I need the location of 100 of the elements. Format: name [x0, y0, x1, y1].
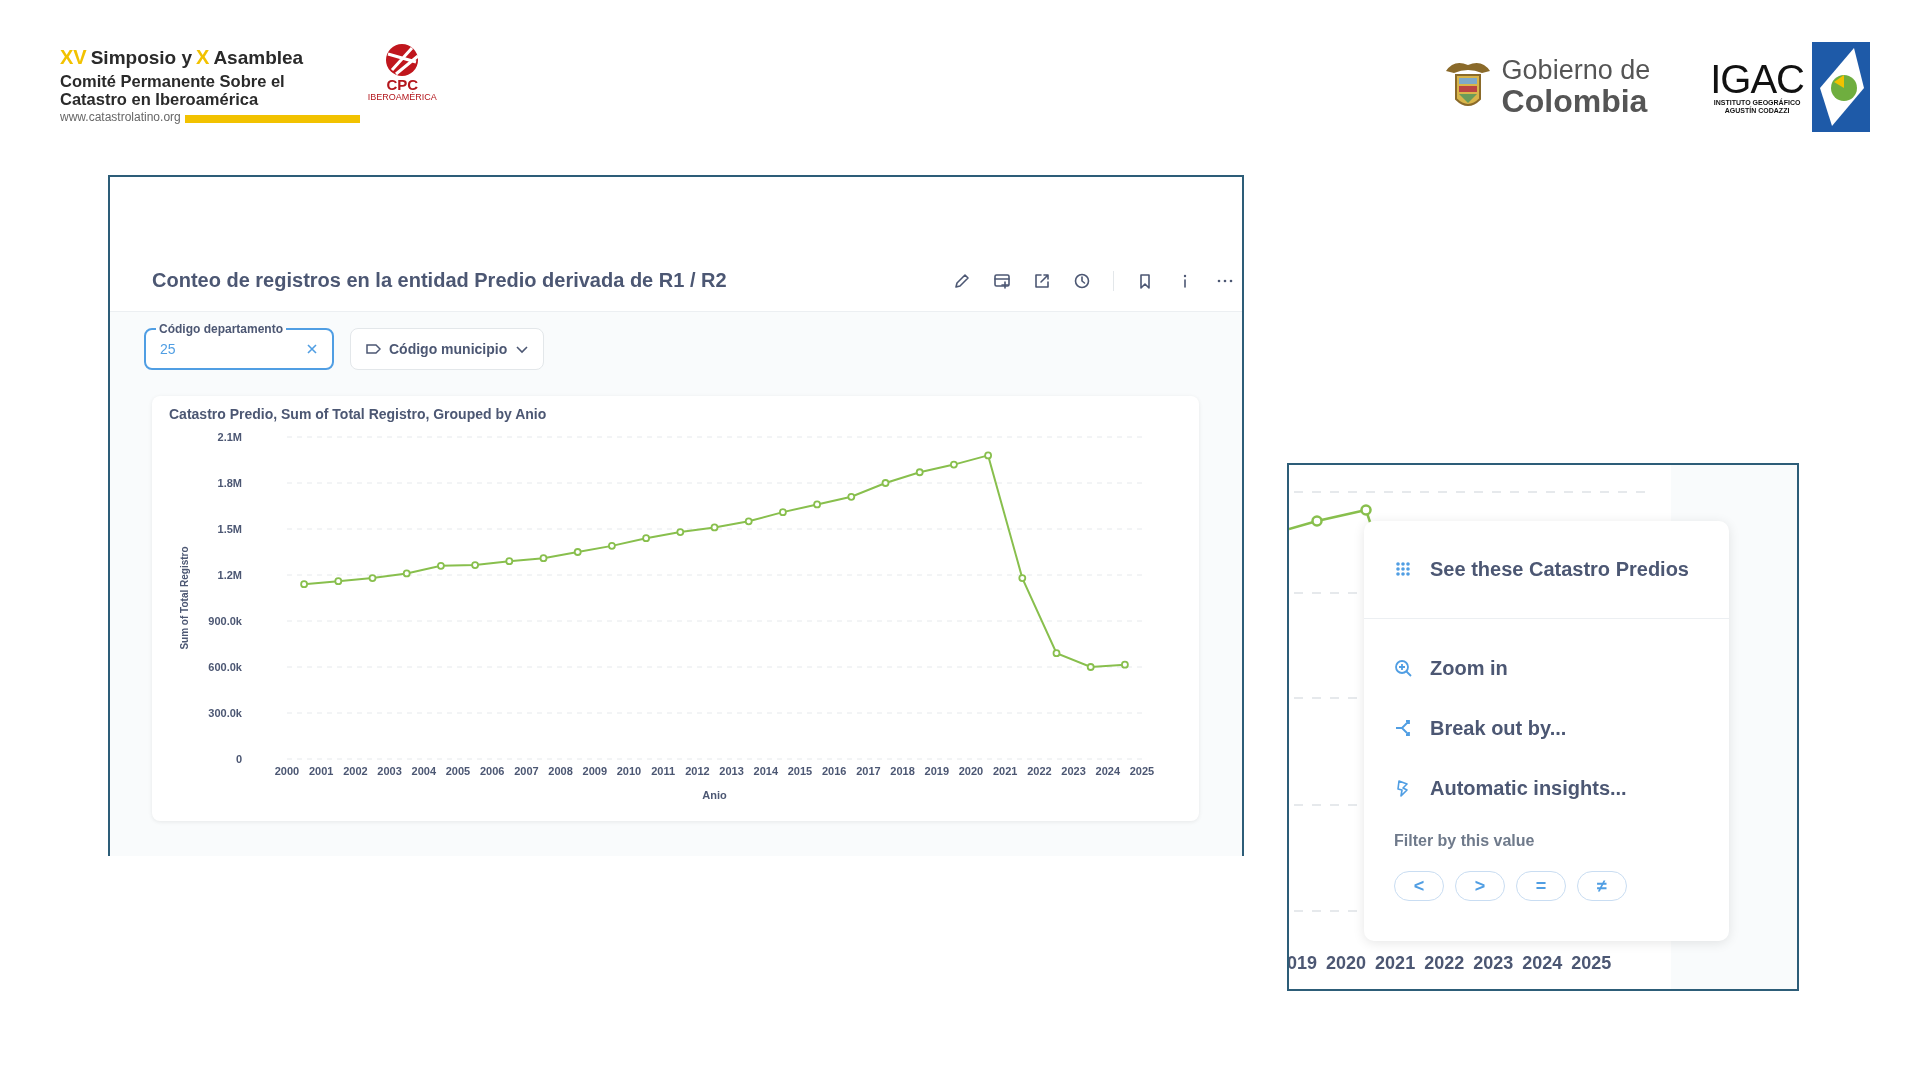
data-point[interactable]	[539, 554, 548, 563]
branch-icon	[1394, 719, 1412, 737]
data-point[interactable]	[710, 523, 719, 532]
logo-text: Simposio y	[90, 48, 193, 67]
axis-tick-label: 2003	[377, 765, 402, 777]
data-point[interactable]	[573, 548, 582, 556]
data-point[interactable]	[915, 468, 924, 477]
field-label: Código departamento	[158, 321, 284, 336]
axis-tick-label: 300.0k	[208, 707, 242, 719]
data-point[interactable]	[1121, 660, 1129, 669]
axis-tick-label: 2023	[1061, 765, 1086, 777]
logo-text: Catastro en Iberoamérica	[60, 90, 260, 108]
axis-tick-label: 2015	[787, 765, 813, 777]
data-point[interactable]	[300, 580, 308, 589]
axis-tick-label: 2024	[1095, 765, 1121, 777]
logo-text: IBEROAMÉRICA	[367, 92, 437, 102]
axis-tick-label: 2019	[924, 765, 950, 777]
tag-icon	[365, 342, 381, 356]
axis-tick-label: 2.1M	[217, 431, 242, 443]
edition-mark: XV	[60, 45, 87, 70]
axis-tick-label: 600.0k	[208, 661, 242, 673]
data-point[interactable]	[1018, 574, 1027, 582]
data-point[interactable]	[437, 561, 445, 570]
grid-icon	[1394, 560, 1412, 578]
axis-tick-label: 2004	[411, 765, 437, 777]
axis-tick-label: 2011	[651, 765, 676, 777]
axis-tick-label: 2009	[582, 765, 608, 777]
data-point[interactable]	[847, 492, 856, 501]
clear-icon[interactable]	[306, 343, 318, 355]
axis-tick-label: 2016	[821, 765, 847, 777]
axis-tick-label: 2002	[343, 765, 368, 777]
data-point[interactable]	[676, 528, 685, 536]
axis-title: Anio	[702, 789, 727, 801]
data-point[interactable]	[1086, 663, 1095, 671]
axis-tick-label: 2017	[856, 765, 881, 777]
axis-tick-label: 2020	[1326, 952, 1367, 975]
axis-tick-label: 2013	[719, 765, 744, 777]
menu-item[interactable]: Zoom in	[1364, 643, 1729, 693]
axis-tick-label: 2010	[616, 765, 642, 777]
edit-icon[interactable]	[953, 272, 971, 290]
axis-tick-label: 2007	[514, 765, 539, 777]
axis-tick-label: 2001	[308, 765, 334, 777]
axis-title: Sum of Total Registro	[179, 546, 190, 650]
axis-tick-label: 2006	[479, 765, 505, 777]
card-title: Conteo de registros en la entidad Predio derivada de R1 / R2	[152, 268, 727, 293]
data-point[interactable]	[881, 479, 890, 487]
filter-field[interactable]: Código departamento 25	[144, 321, 334, 370]
data-point[interactable]	[642, 534, 650, 543]
data-point[interactable]	[505, 557, 514, 566]
axis-tick-label: 1.2M	[217, 569, 242, 581]
logo-text: Gobierno de	[1501, 56, 1651, 84]
logo-text: CPC	[386, 78, 419, 92]
data-point[interactable]	[368, 574, 377, 582]
axis-tick-label: 2005	[445, 765, 471, 777]
data-point[interactable]	[1052, 649, 1061, 658]
axis-tick-label: 2023	[1473, 952, 1514, 975]
chevron-down-icon	[515, 343, 530, 355]
axis-tick-label: 2021	[992, 765, 1018, 777]
section-heading: Filter by this value	[1393, 831, 1536, 851]
axis-tick-label: 2020	[958, 765, 984, 777]
data-point[interactable]	[779, 508, 787, 517]
field-value: 25	[160, 339, 176, 359]
emblem-icon	[1812, 42, 1870, 132]
menu-item[interactable]: Break out by...	[1364, 703, 1729, 753]
website-text: www.catastrolatino.org	[60, 109, 181, 126]
axis-tick-label: 2024	[1522, 952, 1563, 975]
axis-tick-label: 2012	[685, 765, 710, 777]
data-point[interactable]	[744, 517, 753, 526]
logo-text: Colombia	[1501, 84, 1649, 118]
axis-tick-label: 2018	[890, 765, 915, 777]
data-point[interactable]	[950, 460, 958, 469]
data-point[interactable]	[471, 561, 479, 569]
chart-title: Catastro Predio, Sum of Total Registro, Grouped by Anio	[168, 406, 548, 422]
axis-tick-label: 2000	[274, 765, 300, 777]
axis-tick-label: 2014	[753, 765, 779, 777]
axis-tick-label: 1.5M	[217, 523, 242, 535]
axis-tick-label: 900.0k	[208, 615, 242, 627]
data-point[interactable]	[813, 500, 821, 509]
axis-tick-label: 2008	[548, 765, 573, 777]
filter-dropdown[interactable]: Código municipio	[350, 328, 545, 370]
data-point[interactable]	[608, 541, 616, 550]
axis-tick-label: 1.8M	[217, 477, 242, 489]
data-point[interactable]	[334, 577, 343, 586]
logo-text: Comité Permanente Sobre el	[60, 72, 286, 90]
axis-tick-label: 2022	[1027, 765, 1052, 777]
edition-mark: X	[196, 45, 210, 70]
data-point[interactable]	[402, 569, 411, 578]
dashboard-add-icon[interactable]	[993, 272, 1011, 290]
data-point[interactable]	[984, 451, 992, 460]
logo-text: IGAC	[1710, 59, 1804, 99]
axis-tick-label: 2022	[1424, 952, 1465, 975]
axis-tick-label: 2025	[1129, 765, 1155, 777]
share-icon[interactable]	[1033, 272, 1051, 290]
axis-tick-label: 2025	[1571, 952, 1612, 975]
axis-tick-label: 0	[235, 753, 242, 765]
clock-icon[interactable]	[1073, 272, 1091, 290]
menu-item[interactable]: See these Catastro Predios	[1364, 544, 1729, 594]
axis-tick-label: 2021	[1375, 952, 1416, 975]
menu-item[interactable]: Automatic insights...	[1364, 763, 1729, 813]
logo-text: Asamblea	[213, 48, 304, 67]
